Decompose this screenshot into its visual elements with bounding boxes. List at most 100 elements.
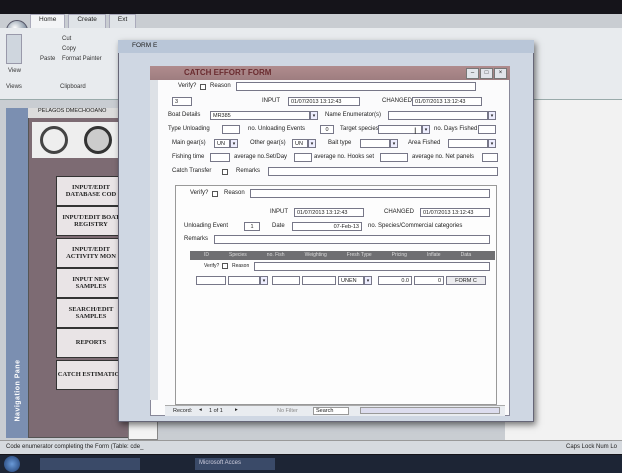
column-header: Inflate [426,252,441,258]
first-record-icon[interactable]: ◂ [199,407,202,413]
main-gears-field[interactable]: UN [214,139,230,148]
type-unloading-label: Type Unloading [168,126,210,132]
record-search-input[interactable]: Search [313,407,349,415]
input-edit-activity-monitoring-button[interactable]: INPUT/EDIT ACTIVITY MON [56,238,126,268]
clipboard-group-label: Clipboard [60,84,86,90]
sub-remarks-field[interactable] [214,235,490,244]
minimize-icon[interactable]: – [466,68,479,79]
unloading-event-field[interactable]: 1 [244,222,260,231]
fishing-time-field[interactable] [210,153,230,162]
main-gears-label: Main gear(s) [172,140,206,146]
no-days-fished-field[interactable] [478,125,496,134]
column-header: ID [204,252,209,258]
row-id-field[interactable] [196,276,226,285]
unloading-subform [175,185,497,405]
row-unit-dropdown-icon[interactable]: ▾ [364,276,372,285]
input-edit-boat-registry-button[interactable]: INPUT/EDIT BOAT REGISTRY [56,206,126,236]
row-reason-field[interactable] [254,262,490,271]
row-inflate-field[interactable]: 0 [414,276,444,285]
reason-label: Reason [210,83,231,89]
species-categories-label: no. Species/Commercial categories [368,223,463,229]
paste-button[interactable]: Paste [40,56,55,62]
avg-hooks-label: average no. Hooks set [314,154,375,160]
input-datetime-field[interactable]: 01/07/2013 13:12:43 [288,97,360,106]
row-verify-checkbox[interactable] [222,263,228,269]
sub-input-datetime-field[interactable]: 01/07/2013 13:12:43 [294,208,364,217]
reason-field[interactable] [236,82,476,91]
navigation-pane[interactable]: Navigation Pane [6,108,28,438]
row-pricing-field[interactable]: 0.0 [378,276,412,285]
main-gears-dropdown-icon[interactable]: ▾ [230,139,238,148]
changed-datetime-field[interactable]: 01/07/2013 13:12:43 [412,97,482,106]
sub-changed-datetime-field[interactable]: 01/07/2013 13:12:43 [420,208,490,217]
navigation-pane-label: Navigation Pane [14,359,22,422]
row-no-fish-field[interactable] [272,276,300,285]
row-species-field[interactable] [228,276,260,285]
form-c-button[interactable]: FORM C [446,276,486,285]
type-unloading-field[interactable] [222,125,240,134]
remarks-field[interactable] [268,167,498,176]
close-icon[interactable]: × [494,68,507,79]
taskbar-item[interactable] [40,458,140,470]
search-edit-samples-button[interactable]: SEARCH/EDIT SAMPLES [56,298,126,328]
name-enumerators-field[interactable] [388,111,488,120]
area-fished-dropdown-icon[interactable]: ▾ [488,139,496,148]
avg-sets-field[interactable] [294,153,312,162]
maximize-icon[interactable]: □ [480,68,493,79]
column-header: Data [460,252,472,258]
input-new-samples-button[interactable]: INPUT NEW SAMPLES [56,268,126,298]
sub-remarks-label: Remarks [184,236,209,242]
tab-create[interactable]: Create [68,14,106,28]
row-unit-field[interactable]: UNEN [338,276,364,285]
boat-details-label: Boat Details [168,112,201,118]
name-enumerators-dropdown-icon[interactable]: ▾ [488,111,496,120]
verify-checkbox[interactable] [200,84,206,90]
sub-reason-field[interactable] [250,189,490,198]
target-species-dropdown-icon[interactable]: ▾ [422,125,430,134]
ribbon-tabs: Home Create Ext [30,14,137,28]
bait-type-dropdown-icon[interactable]: ▾ [390,139,398,148]
catch-transfer-checkbox[interactable] [222,169,228,175]
no-unloading-events-field[interactable]: 0 [320,125,334,134]
fisheries-logo-icon [40,126,68,154]
tab-external[interactable]: Ext [108,14,137,28]
area-fished-label: Area Fished [408,140,441,146]
species-table-header: ID Species no. Fish Weighting Fresh Type… [190,251,495,260]
reports-button[interactable]: REPORTS [56,328,126,358]
sub-verify-checkbox[interactable] [212,191,218,197]
horizontal-scrollbar[interactable] [360,407,500,414]
format-painter-button[interactable]: Format Painter [62,56,102,62]
windows-start-icon[interactable] [4,456,20,472]
taskbar-item-access[interactable]: Microsoft Acces [195,458,275,470]
other-gears-dropdown-icon[interactable]: ▾ [308,139,316,148]
catch-estimation-button[interactable]: CATCH ESTIMATION [56,360,126,390]
row-weighting-field[interactable] [302,276,336,285]
boat-details-field[interactable]: MR385 [210,111,310,120]
boat-details-dropdown-icon[interactable]: ▾ [310,111,318,120]
target-species-label: Target species [340,126,379,132]
avg-panels-field[interactable] [482,153,498,162]
avg-hooks-field[interactable] [380,153,408,162]
sub-input-label: INPUT [270,209,288,215]
sub-reason-label: Reason [224,190,245,196]
record-id-field[interactable]: 3 [172,97,192,106]
filter-status[interactable]: No Filter [277,408,298,414]
next-record-icon[interactable]: ▸ [235,407,238,413]
tab-home[interactable]: Home [30,14,66,28]
status-text: Code enumerator completing the Form (Tab… [6,444,144,450]
view-icon[interactable] [6,34,22,64]
cut-button[interactable]: Cut [62,36,71,42]
bait-type-field[interactable] [360,139,390,148]
government-seal-icon [84,126,112,154]
sub-verify-label: Verify? [190,190,209,196]
view-button[interactable]: View [8,68,21,74]
copy-button[interactable]: Copy [62,46,76,52]
row-species-dropdown-icon[interactable]: ▾ [260,276,268,285]
record-selector[interactable] [150,80,158,400]
record-position[interactable]: 1 of 1 [209,408,223,414]
other-gears-field[interactable]: UN [292,139,308,148]
date-field[interactable]: 07-Feb-13 [292,222,362,231]
avg-panels-label: average no. Net panels [412,154,475,160]
area-fished-field[interactable] [448,139,488,148]
input-edit-database-codes-button[interactable]: INPUT/EDIT DATABASE COD [56,176,126,206]
